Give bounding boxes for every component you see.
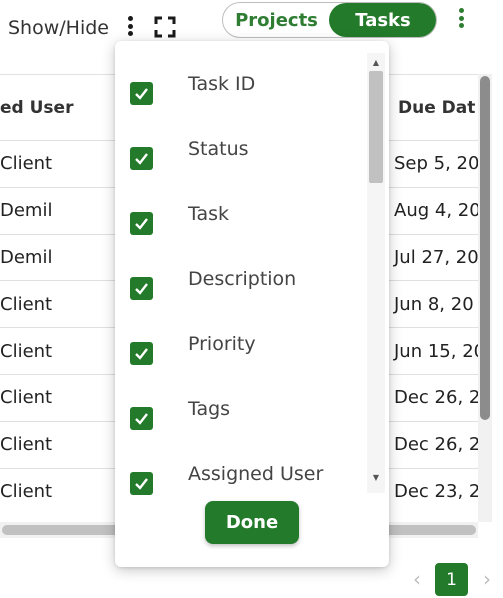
column-toggle-label: Task ID [188, 73, 256, 95]
cell-due-date: Dec 26, 2 [394, 387, 481, 409]
chevron-right-icon[interactable]: › [477, 567, 497, 591]
checkbox-checked-icon[interactable] [130, 81, 153, 105]
cell-due-date: Dec 26, 2 [394, 434, 481, 456]
column-toggle-label: Status [188, 138, 249, 160]
cell-due-date: Jun 15, 20 [394, 340, 486, 362]
cell-due-date: Aug 4, 20 [394, 200, 481, 222]
checkbox-checked-icon[interactable] [130, 276, 153, 300]
column-toggle-label: Assigned User [188, 463, 324, 485]
column-header-assigned-user[interactable]: ed User [0, 75, 73, 140]
column-toggle-assigned-user[interactable]: Assigned User [115, 463, 367, 499]
column-toggle-tags[interactable]: Tags [115, 398, 367, 438]
cell-assigned-user: Client [0, 340, 53, 362]
cell-due-date: Dec 23, 2 [394, 480, 481, 502]
cell-assigned-user: Demil [0, 246, 53, 268]
vertical-dots-icon[interactable] [123, 16, 137, 38]
cell-assigned-user: Client [0, 434, 53, 456]
fullscreen-icon[interactable] [154, 16, 176, 38]
done-button[interactable]: Done [205, 501, 299, 544]
show-hide-label[interactable]: Show/Hide [8, 17, 109, 39]
view-toggle: Projects Tasks [222, 2, 437, 38]
column-toggle-label: Task [188, 203, 230, 225]
cell-due-date: Jul 27, 20 [394, 246, 479, 268]
checkbox-checked-icon[interactable] [130, 211, 153, 235]
cell-due-date: Jun 8, 20 [394, 293, 474, 315]
show-hide-columns-panel: Task ID Status Task Description Priority… [115, 41, 389, 567]
checkbox-checked-icon[interactable] [130, 341, 153, 365]
scroll-up-arrow-icon[interactable]: ▲ [369, 55, 383, 69]
menu-dots-icon[interactable] [454, 8, 468, 32]
projects-toggle-option[interactable]: Projects [223, 3, 330, 37]
task-table-view: Show/Hide Projects Tasks ed User Due Dat… [0, 0, 503, 598]
tasks-toggle-option[interactable]: Tasks [329, 3, 436, 37]
column-toggle-task[interactable]: Task [115, 203, 367, 243]
panel-scroll-thumb[interactable] [369, 71, 383, 183]
scroll-down-arrow-icon[interactable]: ▼ [369, 470, 383, 484]
checkbox-checked-icon[interactable] [130, 471, 153, 495]
column-toggle-label: Tags [188, 398, 231, 420]
column-toggle-status[interactable]: Status [115, 138, 367, 178]
table-vertical-scroll-thumb[interactable] [480, 76, 490, 420]
cell-assigned-user: Client [0, 387, 53, 409]
column-toggle-label: Priority [188, 333, 256, 355]
page-number-button[interactable]: 1 [435, 563, 468, 596]
chevron-left-icon[interactable]: ‹ [407, 567, 427, 591]
column-toggle-description[interactable]: Description [115, 268, 367, 308]
cell-assigned-user: Client [0, 153, 53, 175]
column-toggle-task-id[interactable]: Task ID [115, 73, 367, 113]
column-header-due-date[interactable]: Due Dat [398, 75, 475, 140]
column-visibility-list: Task ID Status Task Description Priority… [115, 51, 367, 499]
column-toggle-label: Description [188, 268, 297, 290]
cell-assigned-user: Client [0, 480, 53, 502]
checkbox-checked-icon[interactable] [130, 146, 153, 170]
cell-assigned-user: Client [0, 293, 53, 315]
cell-assigned-user: Demil [0, 200, 53, 222]
cell-due-date: Sep 5, 20 [394, 153, 480, 175]
checkbox-checked-icon[interactable] [130, 406, 153, 430]
column-toggle-priority[interactable]: Priority [115, 333, 367, 373]
